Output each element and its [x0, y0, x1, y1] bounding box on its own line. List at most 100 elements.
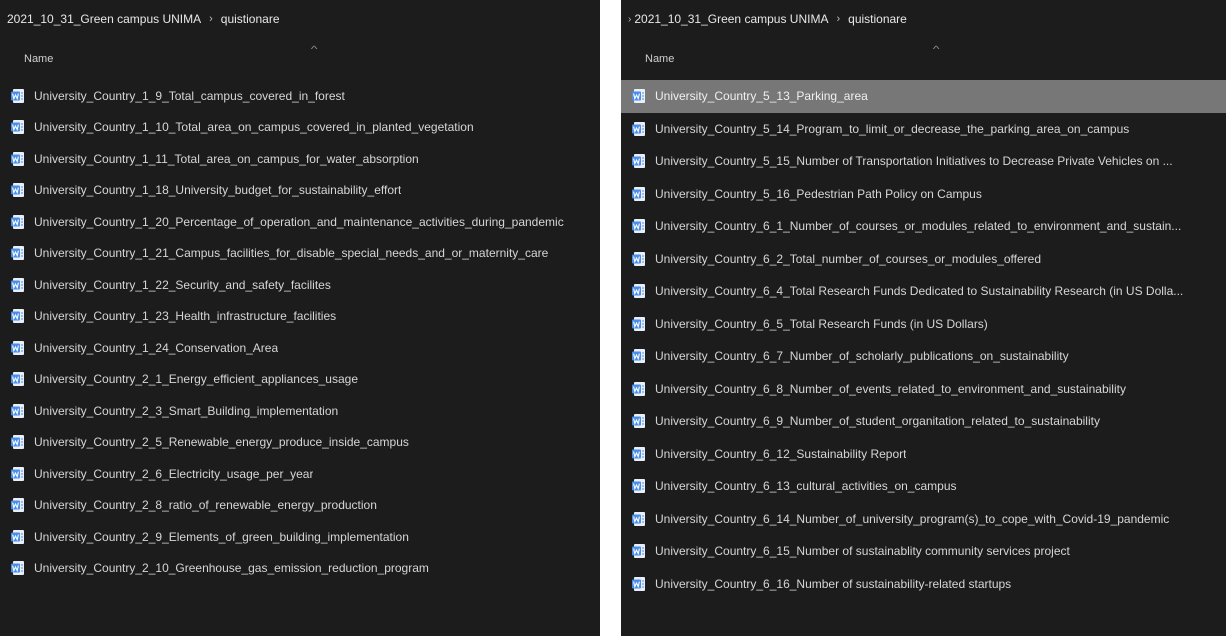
word-document-icon — [11, 183, 24, 198]
file-name: University_Country_1_20_Percentage_of_op… — [34, 214, 564, 229]
breadcrumb-separator: › — [209, 13, 213, 25]
file-row[interactable]: University_Country_1_22_Security_and_saf… — [0, 269, 600, 301]
file-row[interactable]: University_Country_2_3_Smart_Building_im… — [0, 395, 600, 427]
file-name: University_Country_6_13_cultural_activit… — [655, 479, 957, 494]
word-document-icon — [632, 576, 645, 591]
file-list: University_Country_5_13_Parking_area Univ… — [621, 80, 1226, 600]
word-document-icon — [632, 511, 645, 526]
file-row[interactable]: University_Country_6_8_Number_of_events_… — [621, 373, 1226, 406]
word-document-icon — [632, 381, 645, 396]
column-header-label: Name — [645, 53, 675, 65]
file-row[interactable]: University_Country_6_7_Number_of_scholar… — [621, 340, 1226, 373]
breadcrumb-subfolder[interactable]: quistionare — [848, 12, 907, 26]
file-name: University_Country_2_9_Elements_of_green… — [34, 529, 409, 544]
word-document-icon — [632, 446, 645, 461]
file-row[interactable]: University_Country_2_8_ratio_of_renewabl… — [0, 490, 600, 522]
file-row[interactable]: University_Country_6_9_Number_of_student… — [621, 405, 1226, 438]
file-row[interactable]: University_Country_1_10_Total_area_on_ca… — [0, 112, 600, 144]
file-explorer-right: › 2021_10_31_Green campus UNIMA › quisti… — [621, 0, 1226, 636]
file-name: University_Country_6_1_Number_of_courses… — [655, 219, 1182, 234]
file-row[interactable]: University_Country_6_13_cultural_activit… — [621, 470, 1226, 503]
sort-up-icon: ^ — [932, 44, 940, 54]
file-name: University_Country_2_3_Smart_Building_im… — [34, 403, 339, 418]
file-row[interactable]: University_Country_5_16_Pedestrian Path … — [621, 178, 1226, 211]
word-document-icon — [632, 479, 645, 494]
file-row[interactable]: University_Country_1_18_University_budge… — [0, 175, 600, 207]
file-row[interactable]: University_Country_1_23_Health_infrastru… — [0, 301, 600, 333]
breadcrumb-folder[interactable]: 2021_10_31_Green campus UNIMA — [7, 12, 201, 26]
word-document-icon — [11, 403, 24, 418]
word-document-icon — [11, 372, 24, 387]
file-name: University_Country_2_10_Greenhouse_gas_e… — [34, 561, 429, 576]
breadcrumb-separator: › — [836, 13, 841, 25]
file-name: University_Country_5_13_Parking_area — [655, 89, 868, 104]
file-name: University_Country_1_10_Total_area_on_ca… — [34, 120, 474, 135]
word-document-icon — [632, 251, 645, 266]
file-name: University_Country_2_8_ratio_of_renewabl… — [34, 498, 377, 513]
breadcrumb-chevron-icon: › — [628, 13, 632, 25]
file-row[interactable]: University_Country_6_15_Number of sustai… — [621, 535, 1226, 568]
file-row[interactable]: University_Country_2_9_Elements_of_green… — [0, 521, 600, 553]
sort-up-icon: ^ — [310, 44, 318, 54]
word-document-icon — [11, 120, 24, 135]
word-document-icon — [632, 154, 645, 169]
breadcrumb-subfolder[interactable]: quistionare — [221, 12, 280, 26]
file-row[interactable]: University_Country_1_9_Total_campus_cove… — [0, 80, 600, 112]
file-name: University_Country_6_4_Total Research Fu… — [655, 284, 1184, 299]
file-name: University_Country_6_12_Sustainability R… — [655, 446, 907, 461]
file-name: University_Country_6_15_Number of sustai… — [655, 544, 1070, 559]
file-name: University_Country_6_16_Number of sustai… — [655, 576, 1012, 591]
file-row[interactable]: University_Country_1_11_Total_area_on_ca… — [0, 143, 600, 175]
file-name: University_Country_1_21_Campus_facilitie… — [34, 246, 549, 261]
file-row[interactable]: University_Country_5_15_Number of Transp… — [621, 145, 1226, 178]
file-name: University_Country_6_2_Total_number_of_c… — [655, 251, 1042, 266]
word-document-icon — [632, 414, 645, 429]
file-row[interactable]: University_Country_1_21_Campus_facilitie… — [0, 238, 600, 270]
word-document-icon — [11, 88, 24, 103]
file-name: University_Country_5_16_Pedestrian Path … — [655, 186, 982, 201]
file-row[interactable]: University_Country_2_6_Electricity_usage… — [0, 458, 600, 490]
file-row[interactable]: University_Country_6_4_Total Research Fu… — [621, 275, 1226, 308]
word-document-icon — [11, 466, 24, 481]
file-row[interactable]: University_Country_6_14_Number_of_univer… — [621, 503, 1226, 536]
file-name: University_Country_1_24_Conservation_Are… — [34, 340, 279, 355]
file-name: University_Country_6_5_Total Research Fu… — [655, 316, 988, 331]
file-row[interactable]: University_Country_2_1_Energy_efficient_… — [0, 364, 600, 396]
file-name: University_Country_1_9_Total_campus_cove… — [34, 88, 345, 103]
file-row[interactable]: University_Country_6_1_Number_of_courses… — [621, 210, 1226, 243]
file-name: University_Country_2_6_Electricity_usage… — [34, 466, 314, 481]
column-header-name[interactable]: ^ Name — [0, 38, 600, 80]
file-list: University_Country_1_9_Total_campus_cove… — [0, 80, 600, 584]
file-name: University_Country_1_23_Health_infrastru… — [34, 309, 337, 324]
file-row[interactable]: University_Country_2_5_Renewable_energy_… — [0, 427, 600, 459]
breadcrumb: 2021_10_31_Green campus UNIMA › quistion… — [0, 0, 600, 38]
column-header-label: Name — [24, 53, 54, 65]
word-document-icon — [11, 246, 24, 261]
word-document-icon — [632, 316, 645, 331]
breadcrumb-folder[interactable]: 2021_10_31_Green campus UNIMA — [634, 12, 828, 26]
file-row[interactable]: University_Country_6_5_Total Research Fu… — [621, 308, 1226, 341]
word-document-icon — [11, 529, 24, 544]
file-name: University_Country_1_18_University_budge… — [34, 183, 402, 198]
word-document-icon — [11, 340, 24, 355]
column-header-name[interactable]: ^ Name — [621, 38, 1226, 80]
file-name: University_Country_1_11_Total_area_on_ca… — [34, 151, 419, 166]
file-row[interactable]: University_Country_1_24_Conservation_Are… — [0, 332, 600, 364]
file-row[interactable]: University_Country_5_13_Parking_area — [621, 80, 1226, 113]
file-row[interactable]: University_Country_2_10_Greenhouse_gas_e… — [0, 553, 600, 585]
file-row[interactable]: University_Country_6_12_Sustainability R… — [621, 438, 1226, 471]
file-row[interactable]: University_Country_1_20_Percentage_of_op… — [0, 206, 600, 238]
word-document-icon — [632, 284, 645, 299]
file-row[interactable]: University_Country_5_14_Program_to_limit… — [621, 113, 1226, 146]
file-row[interactable]: University_Country_6_16_Number of sustai… — [621, 568, 1226, 601]
file-row[interactable]: University_Country_6_2_Total_number_of_c… — [621, 243, 1226, 276]
word-document-icon — [632, 349, 645, 364]
breadcrumb: › 2021_10_31_Green campus UNIMA › quisti… — [621, 0, 1226, 38]
word-document-icon — [11, 435, 24, 450]
word-document-icon — [632, 121, 645, 136]
file-name: University_Country_6_8_Number_of_events_… — [655, 381, 1126, 396]
word-document-icon — [11, 309, 24, 324]
file-name: University_Country_1_22_Security_and_saf… — [34, 277, 331, 292]
word-document-icon — [11, 151, 24, 166]
file-name: University_Country_6_14_Number_of_univer… — [655, 511, 1170, 526]
